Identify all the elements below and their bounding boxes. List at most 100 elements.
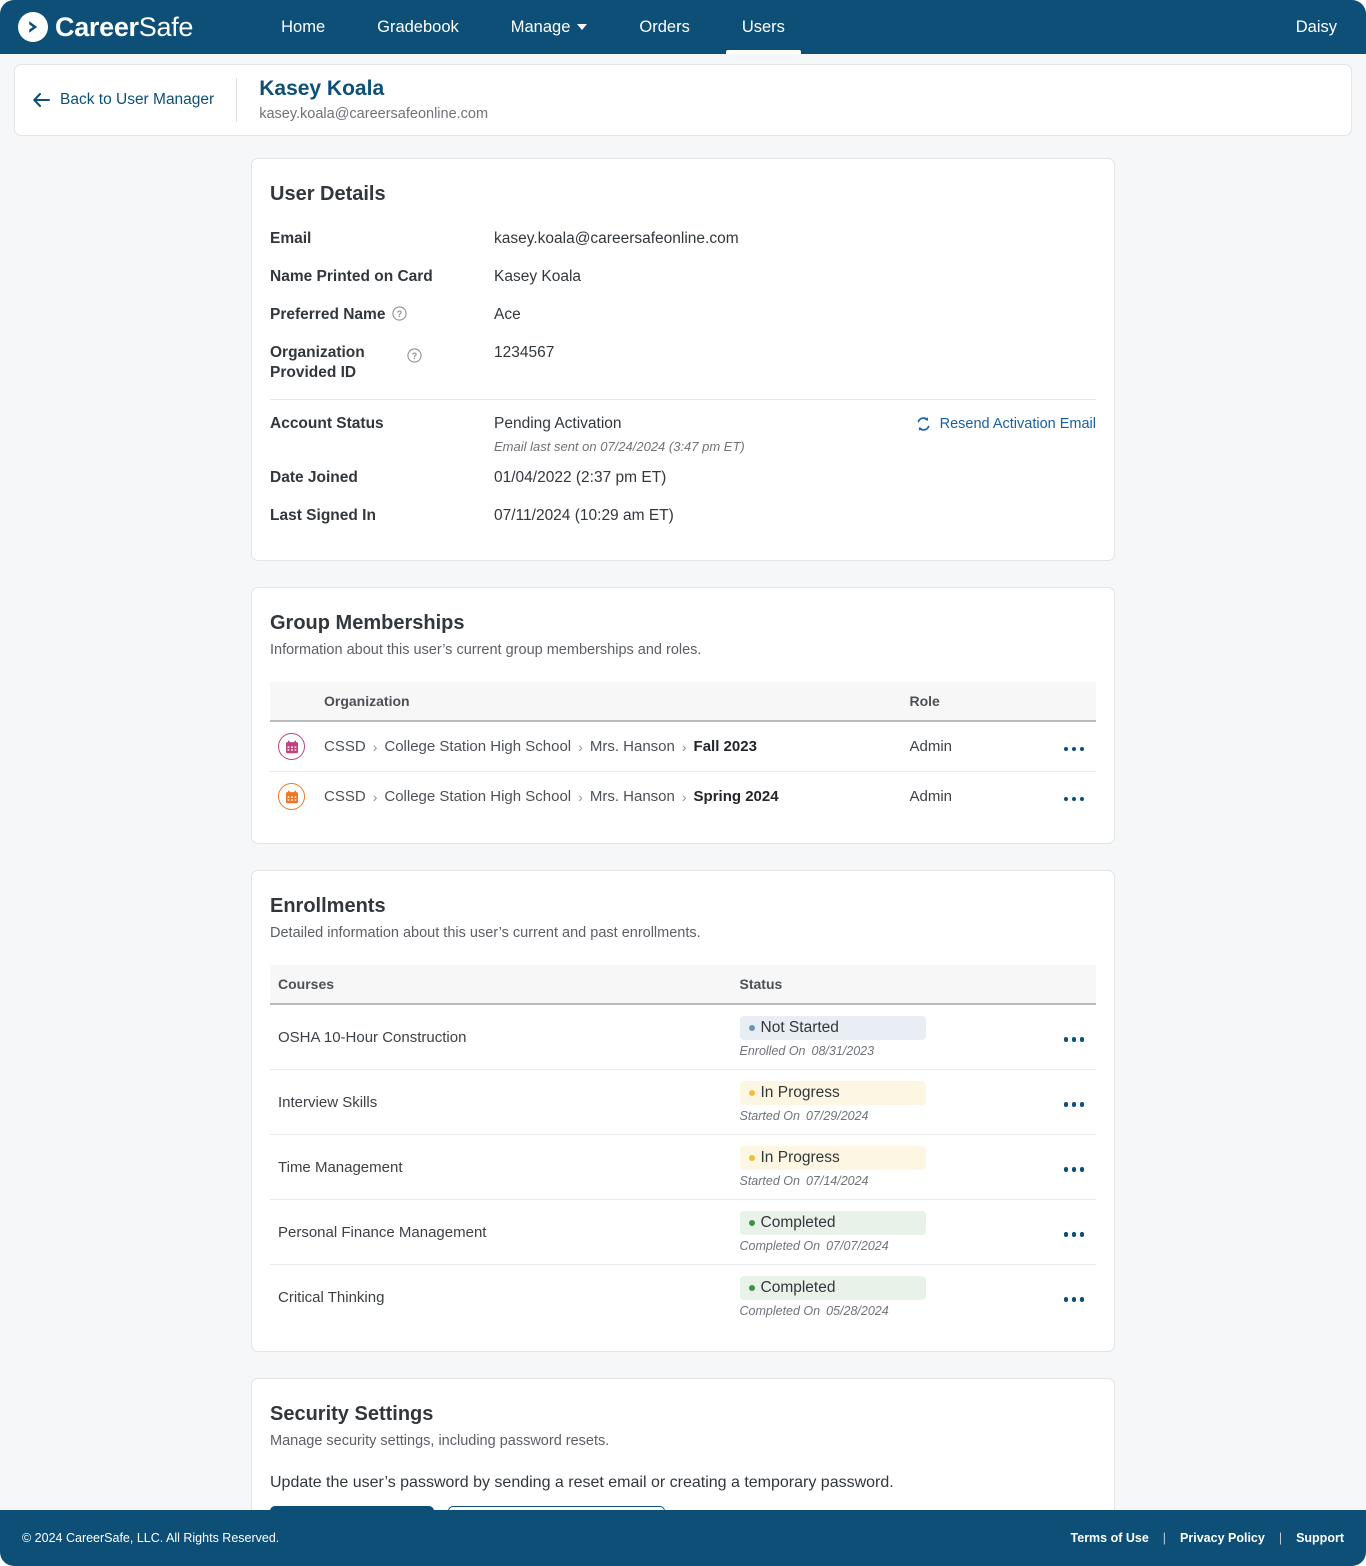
top-navigation-bar: CareerSafe Home Gradebook Manage Orders … xyxy=(0,0,1366,54)
brand-logo[interactable]: CareerSafe xyxy=(0,0,203,54)
nav-item-manage-label: Manage xyxy=(511,18,571,37)
row-overflow-menu-button[interactable] xyxy=(1060,1033,1089,1046)
enrollment-status-cell: In Progress Started On07/29/2024 xyxy=(732,1070,1052,1135)
security-settings-body-text: Update the user’s password by sending a … xyxy=(270,1474,1096,1492)
footer-separator: | xyxy=(1163,1531,1166,1545)
chevron-down-icon xyxy=(577,24,587,30)
nav-item-users[interactable]: Users xyxy=(716,0,811,54)
row-overflow-menu-button[interactable] xyxy=(1060,743,1089,756)
breadcrumb-item[interactable]: CSSD xyxy=(324,788,366,805)
row-overflow-menu-button[interactable] xyxy=(1060,1228,1089,1241)
table-row: OSHA 10-Hour Construction Not Started En… xyxy=(270,1004,1096,1070)
resend-activation-email-label: Resend Activation Email xyxy=(940,416,1096,432)
enrollments-table: Courses Status OSHA 10-Hour Construction… xyxy=(270,965,1096,1329)
detail-value-name-printed-on-card: Kasey Koala xyxy=(494,267,1096,288)
user-menu-button[interactable]: Daisy xyxy=(1296,18,1344,37)
breadcrumb-item[interactable]: Mrs. Hanson xyxy=(590,788,675,805)
enrollment-course-cell: Critical Thinking xyxy=(270,1265,732,1330)
footer-link-support[interactable]: Support xyxy=(1296,1531,1344,1545)
user-details-card: User Details Email kasey.koala@careersaf… xyxy=(251,158,1115,561)
detail-label-text: Account Status xyxy=(270,414,384,434)
back-to-user-manager-link[interactable]: Back to User Manager xyxy=(33,91,236,109)
enrollment-date-label: Completed On xyxy=(740,1304,821,1318)
detail-label: Account Status xyxy=(270,414,494,434)
row-overflow-menu-button[interactable] xyxy=(1060,1163,1089,1176)
footer-link-terms-of-use[interactable]: Terms of Use xyxy=(1071,1531,1149,1545)
detail-label: Name Printed on Card xyxy=(270,267,494,287)
group-memberships-table: Organization Role xyxy=(270,682,1096,821)
resend-activation-email-button[interactable]: Resend Activation Email xyxy=(915,414,1096,432)
row-overflow-menu-button[interactable] xyxy=(1060,1098,1089,1111)
group-row-actions-cell xyxy=(1052,772,1097,822)
group-row-icon-cell xyxy=(270,772,316,822)
enrollment-actions-cell xyxy=(1052,1070,1097,1135)
nav-item-orders-label: Orders xyxy=(639,18,689,37)
status-badge-label: Completed xyxy=(761,1214,836,1232)
breadcrumb-item[interactable]: College Station High School xyxy=(384,738,571,755)
nav-item-orders[interactable]: Orders xyxy=(613,0,715,54)
status-badge-label: In Progress xyxy=(761,1149,840,1167)
detail-value-account-status: Pending Activation Email last sent on 07… xyxy=(494,414,914,455)
detail-value-date-joined: 01/04/2022 (2:37 pm ET) xyxy=(494,468,1096,489)
enrollment-date-note: Completed On07/07/2024 xyxy=(740,1239,1044,1253)
row-overflow-menu-button[interactable] xyxy=(1060,793,1089,806)
enrollment-course-cell: OSHA 10-Hour Construction xyxy=(270,1004,732,1070)
breadcrumb-separator-icon: › xyxy=(682,789,687,805)
status-dot-icon xyxy=(749,1090,755,1096)
nav-item-manage[interactable]: Manage xyxy=(485,0,614,54)
section-divider xyxy=(270,399,1096,400)
detail-label: Last Signed In xyxy=(270,506,494,526)
enrollment-actions-cell xyxy=(1052,1135,1097,1200)
status-badge: Not Started xyxy=(740,1016,926,1040)
security-settings-subtitle: Manage security settings, including pass… xyxy=(270,1431,1096,1451)
nav-item-home-label: Home xyxy=(281,18,325,37)
breadcrumb-item[interactable]: College Station High School xyxy=(384,788,571,805)
user-details-rows: Email kasey.koala@careersafeonline.com N… xyxy=(270,223,1096,538)
refresh-icon xyxy=(915,416,932,432)
nav-item-gradebook[interactable]: Gradebook xyxy=(351,0,485,54)
status-dot-icon xyxy=(749,1285,755,1291)
enrollment-date-label: Started On xyxy=(740,1109,800,1123)
play-circle-icon xyxy=(18,12,48,42)
calendar-icon xyxy=(278,783,305,810)
breadcrumb-item[interactable]: Mrs. Hanson xyxy=(590,738,675,755)
nav-item-gradebook-label: Gradebook xyxy=(377,18,459,37)
user-menu-label: Daisy xyxy=(1296,18,1337,37)
detail-label: Preferred Name ? xyxy=(270,305,494,325)
group-row-role-cell: Admin xyxy=(902,772,1052,822)
breadcrumb-item-current: Fall 2023 xyxy=(694,738,757,755)
footer-link-privacy-policy[interactable]: Privacy Policy xyxy=(1180,1531,1265,1545)
main-content: User Details Email kasey.koala@careersaf… xyxy=(0,136,1366,1510)
table-body: CSSD › College Station High School › Mrs… xyxy=(270,721,1096,821)
nav-right-area: Daisy xyxy=(1296,0,1366,54)
enrollment-date-value: 07/29/2024 xyxy=(806,1109,869,1123)
nav-item-users-label: Users xyxy=(742,18,785,37)
status-dot-icon xyxy=(749,1155,755,1161)
row-overflow-menu-button[interactable] xyxy=(1060,1293,1089,1306)
footer-separator: | xyxy=(1279,1531,1282,1545)
breadcrumb-item[interactable]: CSSD xyxy=(324,738,366,755)
help-circle-icon[interactable]: ? xyxy=(392,306,407,321)
status-dot-icon xyxy=(749,1220,755,1226)
status-dot-icon xyxy=(749,1025,755,1031)
subheader: Back to User Manager Kasey Koala kasey.k… xyxy=(14,64,1352,136)
subheader-identity: Kasey Koala kasey.koala@careersafeonline… xyxy=(259,76,488,125)
status-badge: Completed xyxy=(740,1276,926,1300)
table-body: OSHA 10-Hour Construction Not Started En… xyxy=(270,1004,1096,1329)
vertical-divider xyxy=(236,78,237,122)
enrollment-date-value: 07/14/2024 xyxy=(806,1174,869,1188)
group-row-actions-cell xyxy=(1052,721,1097,772)
table-head: Courses Status xyxy=(270,965,1096,1004)
enrollments-card: Enrollments Detailed information about t… xyxy=(251,870,1115,1352)
enrollment-course-cell: Time Management xyxy=(270,1135,732,1200)
column-header-status: Status xyxy=(732,965,1052,1004)
detail-value-preferred-name: Ace xyxy=(494,305,1096,326)
detail-row-preferred-name: Preferred Name ? Ace xyxy=(270,299,1096,337)
enrollment-course-cell: Personal Finance Management xyxy=(270,1200,732,1265)
nav-item-home[interactable]: Home xyxy=(255,0,351,54)
help-circle-icon[interactable]: ? xyxy=(407,348,422,363)
detail-label: Organization Provided ID ? xyxy=(270,343,494,383)
enrollment-date-value: 05/28/2024 xyxy=(826,1304,889,1318)
status-badge-label: Not Started xyxy=(761,1019,839,1037)
detail-value-organization-provided-id: 1234567 xyxy=(494,343,1096,364)
